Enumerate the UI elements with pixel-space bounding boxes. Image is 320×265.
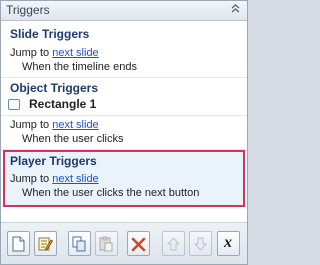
move-down-button[interactable]: [189, 231, 212, 256]
chevron-up-icon[interactable]: [230, 3, 241, 14]
paste-button[interactable]: [95, 231, 118, 256]
copy-icon: [72, 236, 86, 252]
trigger-target-link[interactable]: next slide: [52, 47, 98, 59]
triggers-toolbar: x: [1, 223, 247, 264]
trigger-action-line[interactable]: Jump to next slide: [10, 47, 99, 59]
trigger-condition: When the user clicks: [22, 133, 124, 145]
object-name: Rectangle 1: [29, 97, 97, 111]
new-trigger-icon: [12, 236, 25, 252]
divider: [1, 115, 247, 116]
trigger-action-prefix: Jump to: [10, 119, 50, 131]
trigger-condition: When the timeline ends: [22, 61, 137, 73]
trigger-action-prefix: Jump to: [10, 47, 50, 59]
copy-button[interactable]: [68, 231, 91, 256]
trigger-list: Slide Triggers Jump to next slide When t…: [1, 21, 247, 221]
move-down-icon: [193, 237, 208, 251]
new-trigger-button[interactable]: [7, 231, 30, 256]
edit-trigger-button[interactable]: [34, 231, 57, 256]
trigger-action-prefix: Jump to: [10, 173, 50, 185]
move-up-icon: [166, 237, 181, 251]
object-expand-checkbox[interactable]: [8, 99, 20, 110]
panel-title-bar: Triggers: [1, 1, 247, 21]
section-title-object-triggers: Object Triggers: [10, 81, 99, 95]
paste-icon: [99, 236, 113, 252]
delete-button[interactable]: [127, 231, 150, 256]
section-title-slide-triggers: Slide Triggers: [10, 27, 90, 41]
trigger-condition: When the user clicks the next button: [22, 187, 200, 199]
move-up-button[interactable]: [162, 231, 185, 256]
trigger-action-line[interactable]: Jump to next slide: [10, 119, 99, 131]
trigger-action-line[interactable]: Jump to next slide: [10, 173, 99, 185]
trigger-target-link[interactable]: next slide: [52, 173, 98, 185]
trigger-target-link[interactable]: next slide: [52, 119, 98, 131]
panel-title: Triggers: [6, 3, 50, 17]
divider: [1, 77, 247, 78]
variables-button[interactable]: x: [217, 231, 240, 256]
section-title-player-triggers: Player Triggers: [10, 154, 97, 168]
delete-icon: [131, 237, 146, 252]
triggers-panel: Triggers Slide Triggers Jump to next sli…: [0, 0, 248, 265]
edit-trigger-icon: [38, 237, 53, 251]
variables-icon: x: [224, 234, 232, 251]
